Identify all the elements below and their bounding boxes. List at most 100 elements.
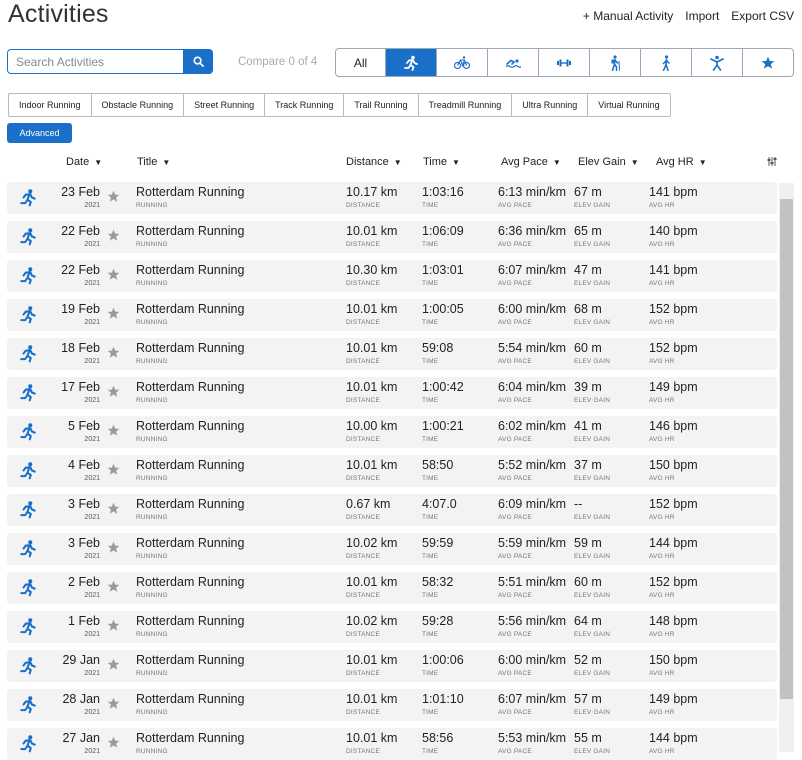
sport-filter-favorite-star[interactable]	[742, 49, 793, 76]
hr-sublabel: AVG HR	[649, 358, 675, 365]
table-row[interactable]: 3 Feb 2021 Rotterdam Running RUNNING 0.67 km…	[7, 494, 777, 526]
table-row[interactable]: 29 Jan 2021 Rotterdam Running RUNNING 10.01 …	[7, 650, 777, 682]
sport-filter-running[interactable]	[385, 49, 436, 76]
time-sublabel: TIME	[422, 670, 439, 677]
table-row[interactable]: 3 Feb 2021 Rotterdam Running RUNNING 10.02 k…	[7, 533, 777, 565]
star-icon[interactable]	[107, 424, 120, 442]
search-input[interactable]	[7, 49, 192, 74]
subtype-track-running[interactable]: Track Running	[264, 94, 343, 116]
manual-activity-link[interactable]: + Manual Activity	[583, 9, 673, 23]
activity-title-link[interactable]: Rotterdam Running	[136, 731, 244, 745]
walking-icon	[660, 54, 672, 71]
activity-year: 2021	[84, 475, 100, 482]
activity-title-link[interactable]: Rotterdam Running	[136, 614, 244, 628]
activity-elev-gain: 60 m	[574, 575, 602, 589]
col-header-title[interactable]: Title ▼	[137, 156, 170, 168]
activity-title-link[interactable]: Rotterdam Running	[136, 302, 244, 316]
advanced-button[interactable]: Advanced	[7, 123, 72, 143]
star-icon[interactable]	[107, 619, 120, 637]
star-icon[interactable]	[107, 385, 120, 403]
table-row[interactable]: 5 Feb 2021 Rotterdam Running RUNNING 10.00 k…	[7, 416, 777, 448]
pace-sublabel: AVG PACE	[498, 202, 532, 209]
activity-title-link[interactable]: Rotterdam Running	[136, 536, 244, 550]
activity-title-link[interactable]: Rotterdam Running	[136, 185, 244, 199]
table-row[interactable]: 22 Feb 2021 Rotterdam Running RUNNING 10.01 …	[7, 221, 777, 253]
elev-sublabel: ELEV GAIN	[574, 319, 611, 326]
sport-filter-walking[interactable]	[640, 49, 691, 76]
table-row[interactable]: 28 Jan 2021 Rotterdam Running RUNNING 10.01 …	[7, 689, 777, 721]
activity-title-link[interactable]: Rotterdam Running	[136, 380, 244, 394]
scrollbar-thumb[interactable]	[780, 199, 793, 699]
col-header-elev-gain[interactable]: Elev Gain ▼	[578, 156, 639, 168]
subtype-ultra-running[interactable]: Ultra Running	[511, 94, 587, 116]
col-header-avg-hr[interactable]: Avg HR ▼	[656, 156, 707, 168]
subtype-obstacle-running[interactable]: Obstacle Running	[90, 94, 184, 116]
col-header-distance[interactable]: Distance ▼	[346, 156, 402, 168]
table-row[interactable]: 1 Feb 2021 Rotterdam Running RUNNING 10.02 k…	[7, 611, 777, 643]
star-icon[interactable]	[107, 463, 120, 481]
star-icon[interactable]	[107, 736, 120, 754]
activity-title-link[interactable]: Rotterdam Running	[136, 692, 244, 706]
subtype-trail-running[interactable]: Trail Running	[343, 94, 417, 116]
star-icon[interactable]	[107, 346, 120, 364]
hr-sublabel: AVG HR	[649, 436, 675, 443]
export-csv-link[interactable]: Export CSV	[731, 9, 794, 23]
star-icon[interactable]	[107, 541, 120, 559]
activity-date: 18 Feb	[61, 341, 100, 355]
activity-avg-hr: 149 bpm	[649, 380, 698, 394]
table-row[interactable]: 4 Feb 2021 Rotterdam Running RUNNING 10.01 k…	[7, 455, 777, 487]
activity-title-link[interactable]: Rotterdam Running	[136, 341, 244, 355]
sport-filter-all[interactable]: All	[336, 49, 385, 76]
activity-elev-gain: 37 m	[574, 458, 602, 472]
activity-time: 58:32	[422, 575, 454, 589]
search-button[interactable]	[183, 49, 213, 74]
star-icon[interactable]	[107, 502, 120, 520]
import-link[interactable]: Import	[685, 9, 719, 23]
col-header-avg-pace[interactable]: Avg Pace ▼	[501, 156, 561, 168]
distance-sublabel: DISTANCE	[346, 553, 380, 560]
table-row[interactable]: 27 Jan 2021 Rotterdam Running RUNNING 10.01 …	[7, 728, 777, 760]
table-row[interactable]: 18 Feb 2021 Rotterdam Running RUNNING 10.01 …	[7, 338, 777, 370]
star-icon[interactable]	[107, 658, 120, 676]
activity-title-link[interactable]: Rotterdam Running	[136, 458, 244, 472]
activity-distance: 10.02 km	[346, 536, 398, 550]
subtype-virtual-running[interactable]: Virtual Running	[587, 94, 669, 116]
sport-filter-hiking[interactable]	[589, 49, 640, 76]
col-header-time[interactable]: Time ▼	[423, 156, 460, 168]
activity-elev-gain: 41 m	[574, 419, 602, 433]
sport-filter-fitness[interactable]	[691, 49, 742, 76]
activity-title-link[interactable]: Rotterdam Running	[136, 575, 244, 589]
sport-filter-swimming[interactable]	[487, 49, 538, 76]
subtype-indoor-running[interactable]: Indoor Running	[9, 94, 91, 116]
table-row[interactable]: 2 Feb 2021 Rotterdam Running RUNNING 10.01 k…	[7, 572, 777, 604]
subtype-street-running[interactable]: Street Running	[183, 94, 264, 116]
activity-distance: 10.01 km	[346, 731, 398, 745]
table-row[interactable]: 22 Feb 2021 Rotterdam Running RUNNING 10.30 …	[7, 260, 777, 292]
column-settings-icon[interactable]	[767, 156, 777, 167]
activity-year: 2021	[84, 202, 100, 209]
activity-type-label: RUNNING	[136, 709, 168, 716]
star-icon[interactable]	[107, 580, 120, 598]
sport-filter-cycling[interactable]	[436, 49, 487, 76]
activity-time: 1:00:06	[422, 653, 464, 667]
subtype-treadmill-running[interactable]: Treadmill Running	[417, 94, 512, 116]
table-row[interactable]: 23 Feb 2021 Rotterdam Running RUNNING 10.17 …	[7, 182, 777, 214]
activity-date: 4 Feb	[68, 458, 100, 472]
star-icon[interactable]	[107, 190, 120, 208]
star-icon[interactable]	[107, 697, 120, 715]
table-row[interactable]: 17 Feb 2021 Rotterdam Running RUNNING 10.01 …	[7, 377, 777, 409]
star-icon[interactable]	[107, 307, 120, 325]
elev-sublabel: ELEV GAIN	[574, 358, 611, 365]
star-icon[interactable]	[107, 229, 120, 247]
activity-title-link[interactable]: Rotterdam Running	[136, 653, 244, 667]
table-row[interactable]: 19 Feb 2021 Rotterdam Running RUNNING 10.01 …	[7, 299, 777, 331]
col-header-date[interactable]: Date ▼	[66, 156, 102, 168]
activity-title-link[interactable]: Rotterdam Running	[136, 497, 244, 511]
distance-sublabel: DISTANCE	[346, 280, 380, 287]
sport-filter-strength[interactable]	[538, 49, 589, 76]
star-icon[interactable]	[107, 268, 120, 286]
activity-title-link[interactable]: Rotterdam Running	[136, 224, 244, 238]
activity-time: 1:06:09	[422, 224, 464, 238]
activity-title-link[interactable]: Rotterdam Running	[136, 419, 244, 433]
activity-title-link[interactable]: Rotterdam Running	[136, 263, 244, 277]
